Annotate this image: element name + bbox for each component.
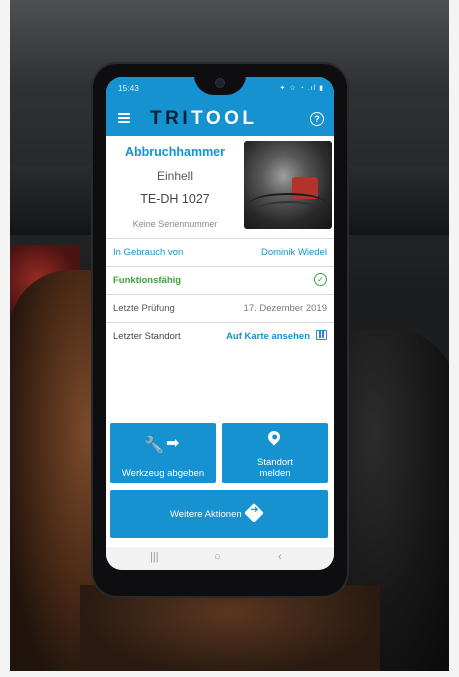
report-location-button[interactable]: Standort melden bbox=[222, 423, 328, 483]
report-location-line2: melden bbox=[259, 468, 291, 479]
last-check-label: Letzte Prüfung bbox=[113, 303, 175, 314]
arrow-right-icon: ➡ bbox=[166, 435, 180, 452]
return-tool-label: Werkzeug abgeben bbox=[121, 468, 205, 479]
camera-icon bbox=[216, 79, 224, 87]
logo-part-dark: TRI bbox=[150, 108, 192, 129]
back-icon[interactable]: ‹ bbox=[278, 551, 282, 563]
tool-header: Abbruchhammer Einhell TE-DH 1027 Keine S… bbox=[106, 136, 334, 238]
status-time: 15:43 bbox=[118, 84, 140, 93]
android-nav-bar: ||| ○ ‹ bbox=[106, 547, 334, 570]
help-icon[interactable]: ? bbox=[310, 112, 324, 126]
row-in-use[interactable]: In Gebrauch von Dominik Wiedel bbox=[106, 238, 334, 266]
more-actions-button[interactable]: Weitere Aktionen bbox=[110, 490, 328, 538]
last-check-value: 17. Dezember 2019 bbox=[243, 303, 327, 314]
glove-palm bbox=[80, 585, 380, 677]
in-use-label: In Gebrauch von bbox=[113, 247, 184, 258]
wrench-icon: 🔧 bbox=[144, 437, 164, 454]
check-circle-icon: ✓ bbox=[314, 273, 327, 286]
phone-screen: 15:43 ✦ ☆ ◔ .ıl ▮ TRITOOL ? Abbruchhamme… bbox=[106, 77, 334, 570]
status-label: Funktionsfähig bbox=[113, 275, 182, 286]
last-location-label: Letzter Standort bbox=[113, 331, 181, 342]
directions-icon bbox=[244, 503, 264, 523]
view-on-map-link[interactable]: Auf Karte ansehen bbox=[226, 331, 310, 342]
row-last-check: Letzte Prüfung 17. Dezember 2019 bbox=[106, 294, 334, 322]
return-tool-button[interactable]: 🔧 ➡ Werkzeug abgeben bbox=[110, 423, 216, 483]
tritool-logo: TRITOOL bbox=[150, 108, 258, 130]
report-location-line1: Standort bbox=[257, 457, 293, 468]
tool-name: Abbruchhammer bbox=[124, 145, 226, 159]
map-icon[interactable] bbox=[316, 330, 327, 340]
row-status: Funktionsfähig ✓ bbox=[106, 266, 334, 294]
tool-photo[interactable] bbox=[244, 141, 332, 229]
in-use-value[interactable]: Dominik Wiedel bbox=[261, 247, 327, 258]
app-bar: TRITOOL ? bbox=[106, 101, 334, 136]
tool-model: TE-DH 1027 bbox=[140, 192, 210, 206]
location-pin-icon bbox=[265, 428, 283, 446]
more-actions-label: Weitere Aktionen bbox=[170, 509, 242, 520]
tool-info-list: In Gebrauch von Dominik Wiedel Funktions… bbox=[106, 238, 334, 350]
status-icons: ✦ ☆ ◔ .ıl ▮ bbox=[279, 85, 324, 92]
recent-apps-icon[interactable]: ||| bbox=[150, 551, 159, 563]
hamburger-menu-icon[interactable] bbox=[118, 113, 130, 123]
home-icon[interactable]: ○ bbox=[214, 551, 221, 563]
tool-brand: Einhell bbox=[156, 169, 194, 183]
logo-part-light: TOOL bbox=[191, 108, 258, 129]
row-last-location: Letzter Standort Auf Karte ansehen bbox=[106, 322, 334, 350]
tool-serial: Keine Seriennummer bbox=[132, 219, 218, 229]
report-location-label: Standort melden bbox=[222, 457, 328, 479]
